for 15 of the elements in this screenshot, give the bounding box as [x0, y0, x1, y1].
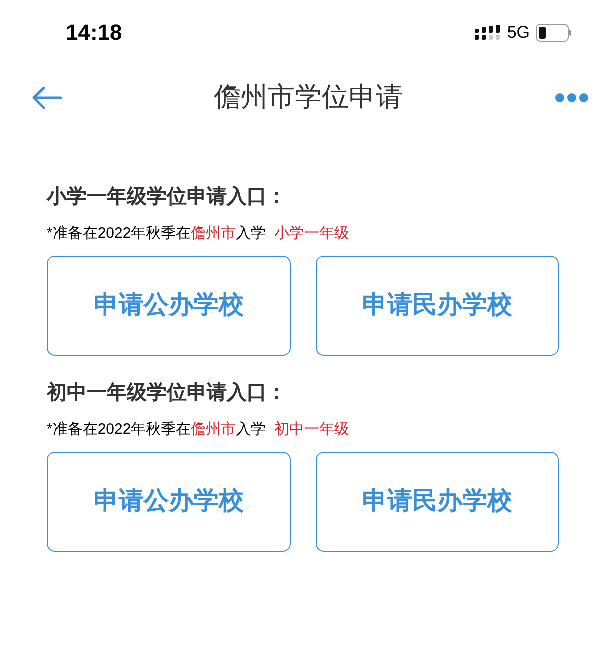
apply-school-button[interactable]: 申请公办学校: [47, 452, 290, 552]
apply-school-button[interactable]: 申请民办学校: [316, 452, 559, 552]
status-time: 14:18: [66, 19, 122, 47]
section-heading: 初中一年级学位申请入口：: [47, 380, 288, 406]
apply-school-button[interactable]: 申请民办学校: [316, 256, 559, 356]
page-title: 儋州市学位申请: [214, 81, 403, 114]
enrollment-note: *准备在2022年秋季在儋州市入学 初中一年级: [47, 420, 351, 440]
signal-icon: [475, 24, 502, 40]
network-label: 5G: [507, 22, 530, 44]
enrollment-note: *准备在2022年秋季在儋州市入学 小学一年级: [47, 224, 351, 244]
battery-icon: [536, 24, 572, 42]
more-icon[interactable]: [555, 92, 589, 102]
section-heading: 小学一年级学位申请入口：: [47, 185, 288, 210]
apply-school-button[interactable]: 申请公办学校: [47, 256, 290, 356]
back-arrow-icon[interactable]: [32, 86, 62, 108]
